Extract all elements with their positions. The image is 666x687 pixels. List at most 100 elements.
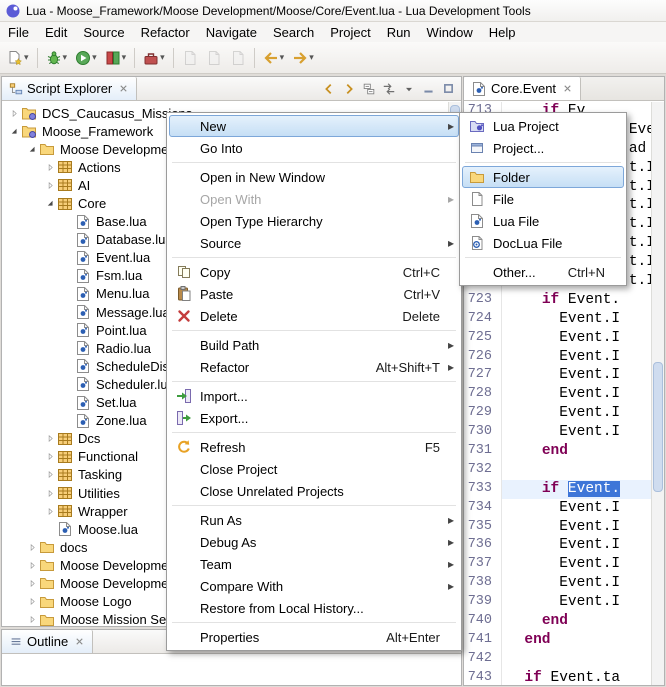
code-line[interactable]: 731 end [464, 442, 651, 461]
scrollbar-thumb[interactable] [653, 362, 663, 492]
menubar-window[interactable]: Window [419, 23, 481, 42]
maximize-button[interactable] [439, 79, 458, 98]
context-menu-item-new[interactable]: New▸ [169, 115, 459, 137]
tab-outline[interactable]: Outline [2, 630, 93, 653]
close-icon[interactable] [562, 83, 573, 94]
context-menu-item-export[interactable]: Export... [169, 407, 459, 429]
menubar-help[interactable]: Help [481, 23, 524, 42]
dropdown-arrow-icon[interactable]: ▾ [24, 53, 29, 62]
code-line[interactable]: 741 end [464, 631, 651, 650]
editor-scrollbar[interactable] [651, 102, 664, 685]
new-lua-project-button[interactable] [179, 46, 201, 70]
coverage-button[interactable]: ▾ [102, 46, 130, 70]
close-icon[interactable] [74, 636, 85, 647]
expand-arrow-icon[interactable] [26, 612, 39, 626]
collapse-arrow-icon[interactable] [8, 123, 21, 139]
context-menu-item-open-in-new-window[interactable]: Open in New Window [169, 166, 459, 188]
expand-arrow-icon[interactable] [44, 485, 57, 501]
context-menu-item-copy[interactable]: CopyCtrl+C [169, 261, 459, 283]
tab-core-event[interactable]: Core.Event [464, 77, 581, 100]
code-line[interactable]: 733 if Event. [464, 480, 651, 499]
new-submenu-item-folder[interactable]: Folder [462, 166, 624, 188]
context-menu-item-close-unrelated-projects[interactable]: Close Unrelated Projects [169, 480, 459, 502]
expand-arrow-icon[interactable] [44, 177, 57, 193]
context-menu-item-restore-from-local-history[interactable]: Restore from Local History... [169, 597, 459, 619]
code-line[interactable]: 723 if Event. [464, 291, 651, 310]
context-menu-item-debug-as[interactable]: Debug As▸ [169, 531, 459, 553]
expand-arrow-icon[interactable] [26, 557, 39, 573]
code-line[interactable]: 727 Event.I [464, 366, 651, 385]
dropdown-arrow-icon[interactable]: ▾ [63, 53, 68, 62]
dropdown-arrow-icon[interactable]: ▾ [92, 53, 97, 62]
context-menu-item-delete[interactable]: DeleteDelete [169, 305, 459, 327]
context-menu-item-team[interactable]: Team▸ [169, 553, 459, 575]
menubar-navigate[interactable]: Navigate [198, 23, 265, 42]
context-menu-item-run-as[interactable]: Run As▸ [169, 509, 459, 531]
code-line[interactable]: 736 Event.I [464, 536, 651, 555]
context-menu-item-refresh[interactable]: RefreshF5 [169, 436, 459, 458]
menubar-run[interactable]: Run [379, 23, 419, 42]
dropdown-arrow-icon[interactable]: ▾ [280, 53, 285, 62]
context-menu-item-refactor[interactable]: RefactorAlt+Shift+T▸ [169, 356, 459, 378]
link-editor-button[interactable] [379, 79, 398, 98]
context-menu-item-properties[interactable]: PropertiesAlt+Enter [169, 626, 459, 648]
titlebar[interactable]: Lua - Moose_Framework/Moose Development/… [0, 0, 666, 22]
tab-script-explorer[interactable]: Script Explorer [2, 77, 137, 100]
va-forward-button[interactable] [339, 79, 358, 98]
menubar-project[interactable]: Project [322, 23, 378, 42]
dropdown-arrow-icon[interactable]: ▾ [309, 53, 314, 62]
expand-arrow-icon[interactable] [44, 503, 57, 519]
code-line[interactable]: 726 Event.I [464, 348, 651, 367]
code-line[interactable]: 734 Event.I [464, 499, 651, 518]
back-button[interactable]: ▾ [260, 46, 288, 70]
menubar-source[interactable]: Source [75, 23, 132, 42]
code-line[interactable]: 743 if Event.ta [464, 669, 651, 685]
expand-arrow-icon[interactable] [44, 431, 57, 447]
code-line[interactable]: 724 Event.I [464, 310, 651, 329]
code-line[interactable]: 739 Event.I [464, 593, 651, 612]
new-submenu-item-doclua-file[interactable]: DocLua File [462, 232, 624, 254]
context-menu-item-open-with[interactable]: Open With▸ [169, 188, 459, 210]
menubar-search[interactable]: Search [265, 23, 322, 42]
expand-arrow-icon[interactable] [44, 449, 57, 465]
expand-arrow-icon[interactable] [8, 105, 21, 121]
code-line[interactable]: 735 Event.I [464, 518, 651, 537]
menubar-file[interactable]: File [0, 23, 37, 42]
close-icon[interactable] [118, 83, 129, 94]
dropdown-arrow-icon[interactable]: ▾ [160, 53, 165, 62]
expand-arrow-icon[interactable] [44, 159, 57, 175]
new-wizard-button[interactable]: ▾ [4, 46, 32, 70]
code-line[interactable]: 732 [464, 461, 651, 480]
forward-button[interactable]: ▾ [289, 46, 317, 70]
minimize-button[interactable] [419, 79, 438, 98]
code-line[interactable]: 738 Event.I [464, 574, 651, 593]
new-submenu-item-lua-project[interactable]: Lua Project [462, 115, 624, 137]
new-submenu-item-lua-file[interactable]: Lua File [462, 210, 624, 232]
run-button[interactable]: ▾ [72, 46, 100, 70]
collapse-arrow-icon[interactable] [26, 141, 39, 157]
open-element-button[interactable] [227, 46, 249, 70]
menubar-edit[interactable]: Edit [37, 23, 75, 42]
code-line[interactable]: 742 [464, 650, 651, 669]
code-line[interactable]: 737 Event.I [464, 555, 651, 574]
context-menu-item-open-type-hierarchy[interactable]: Open Type Hierarchy [169, 210, 459, 232]
context-menu-item-source[interactable]: Source▸ [169, 232, 459, 254]
code-line[interactable]: 729 Event.I [464, 404, 651, 423]
context-menu-item-build-path[interactable]: Build Path▸ [169, 334, 459, 356]
new-submenu-item-file[interactable]: File [462, 188, 624, 210]
code-line[interactable]: 730 Event.I [464, 423, 651, 442]
new-submenu-item-other[interactable]: Other...Ctrl+N [462, 261, 624, 283]
context-menu-item-import[interactable]: Import... [169, 385, 459, 407]
expand-arrow-icon[interactable] [44, 467, 57, 483]
context-menu-item-compare-with[interactable]: Compare With▸ [169, 575, 459, 597]
new-submenu-item-project[interactable]: Project... [462, 137, 624, 159]
collapse-all-button[interactable] [359, 79, 378, 98]
va-back-button[interactable] [319, 79, 338, 98]
dropdown-arrow-icon[interactable]: ▾ [122, 53, 127, 62]
code-line[interactable]: 740 end [464, 612, 651, 631]
expand-arrow-icon[interactable] [26, 594, 39, 610]
expand-arrow-icon[interactable] [26, 539, 39, 555]
collapse-arrow-icon[interactable] [44, 196, 57, 212]
code-line[interactable]: 728 Event.I [464, 385, 651, 404]
new-lua-file-button[interactable] [203, 46, 225, 70]
